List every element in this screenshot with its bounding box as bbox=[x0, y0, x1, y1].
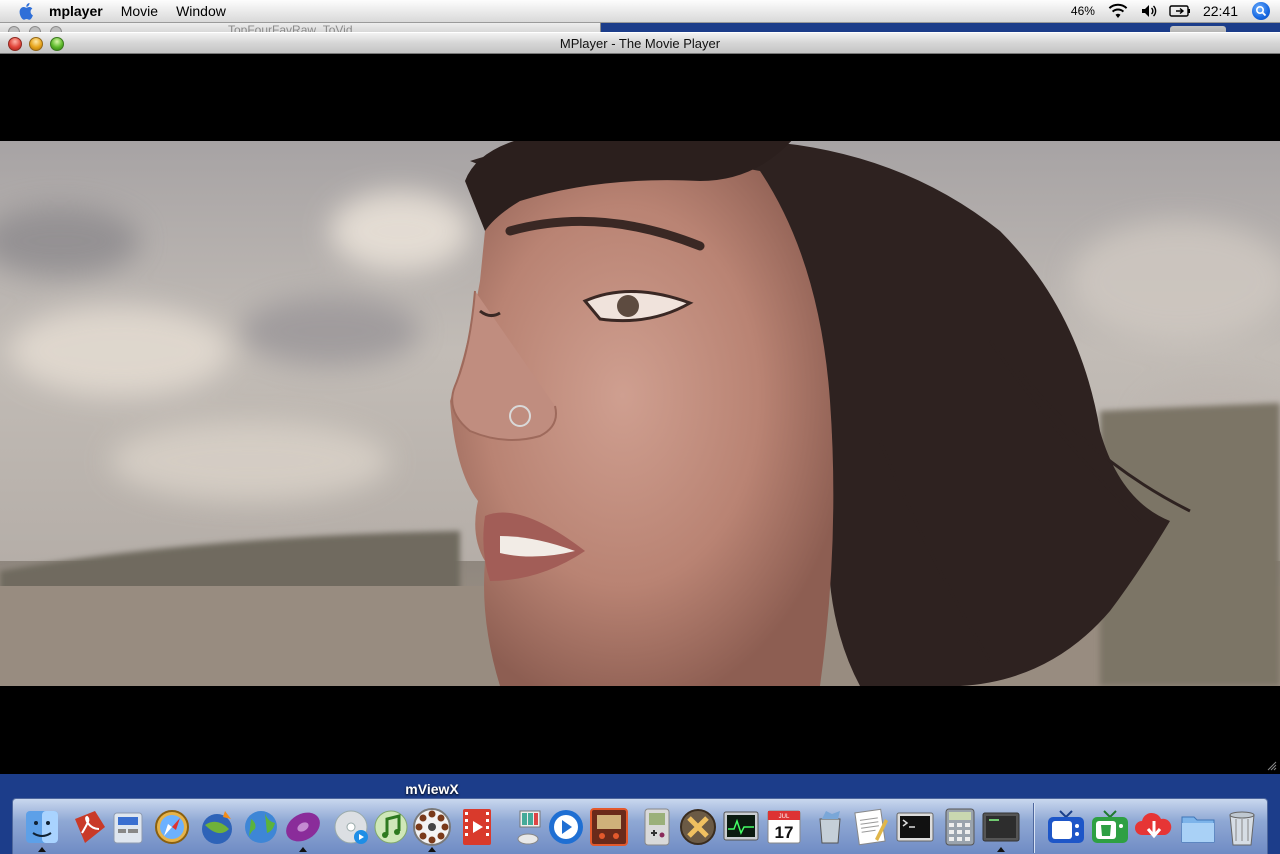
quicktime-icon[interactable] bbox=[544, 805, 588, 849]
movie-film-icon[interactable] bbox=[455, 805, 499, 849]
cloud-download-icon[interactable] bbox=[1132, 805, 1176, 849]
menu-bar: mplayer Movie Window 46% 22:41 bbox=[0, 0, 1280, 23]
finder-icon[interactable] bbox=[20, 805, 64, 852]
dock: JUL 17 bbox=[12, 798, 1268, 854]
tv-trash-icon[interactable] bbox=[1088, 805, 1132, 849]
network-globe-icon[interactable] bbox=[239, 805, 283, 849]
trash-icon[interactable] bbox=[1220, 805, 1264, 849]
menu-window[interactable]: Window bbox=[167, 0, 235, 22]
menu-clock[interactable]: 22:41 bbox=[1203, 0, 1238, 22]
running-indicator bbox=[299, 847, 307, 852]
window-titlebar[interactable]: MPlayer - The Movie Player bbox=[0, 32, 1280, 54]
video-area[interactable] bbox=[0, 54, 1280, 774]
mac-os-x-icon[interactable] bbox=[676, 805, 720, 849]
safari-icon[interactable] bbox=[150, 805, 194, 849]
spotlight-icon[interactable] bbox=[1252, 2, 1270, 20]
running-indicator bbox=[38, 847, 46, 852]
menu-movie[interactable]: Movie bbox=[112, 0, 167, 22]
ical-month: JUL bbox=[779, 814, 790, 820]
calculator-icon[interactable] bbox=[938, 805, 982, 849]
activity-monitor-icon[interactable] bbox=[719, 805, 763, 849]
menu-app-name[interactable]: mplayer bbox=[40, 0, 112, 22]
mplayer-window: MPlayer - The Movie Player bbox=[0, 32, 1280, 774]
gameboy-emulator-icon[interactable] bbox=[635, 805, 679, 849]
console-icon[interactable] bbox=[979, 805, 1023, 852]
battery-icon[interactable] bbox=[1169, 0, 1191, 22]
volume-icon[interactable] bbox=[1141, 0, 1157, 22]
running-indicator bbox=[997, 847, 1005, 852]
apple-menu-icon[interactable] bbox=[14, 0, 40, 22]
wifi-icon[interactable] bbox=[1107, 0, 1129, 22]
battery-percent[interactable]: 46% bbox=[1071, 0, 1095, 22]
audio-player-icon[interactable] bbox=[587, 805, 631, 849]
preferences-icon[interactable] bbox=[106, 805, 150, 849]
itunes-icon[interactable] bbox=[369, 805, 413, 849]
ical-icon[interactable]: JUL 17 bbox=[762, 805, 806, 849]
terminal-icon[interactable] bbox=[893, 805, 937, 849]
video-frame bbox=[0, 141, 1280, 686]
video-scene bbox=[0, 141, 1280, 686]
textedit-icon[interactable] bbox=[849, 805, 893, 849]
documents-folder-icon[interactable] bbox=[1176, 805, 1220, 849]
dock-hover-label: mViewX bbox=[405, 781, 459, 797]
tv-icon[interactable] bbox=[1044, 805, 1088, 849]
disc-burner-icon[interactable] bbox=[281, 805, 325, 852]
acrobat-reader-icon[interactable] bbox=[67, 805, 111, 849]
dock-divider bbox=[1033, 803, 1034, 853]
trash-cleaner-icon[interactable] bbox=[808, 805, 852, 849]
running-indicator bbox=[428, 847, 436, 852]
resize-handle-icon[interactable] bbox=[1267, 761, 1277, 771]
camino-icon[interactable] bbox=[195, 805, 239, 849]
mviewx-icon[interactable] bbox=[410, 805, 454, 852]
dvd-player-icon[interactable] bbox=[329, 805, 373, 849]
window-title: MPlayer - The Movie Player bbox=[559, 36, 721, 51]
ical-date: 17 bbox=[775, 823, 794, 842]
menu-extras: 46% 22:41 bbox=[1071, 0, 1280, 22]
